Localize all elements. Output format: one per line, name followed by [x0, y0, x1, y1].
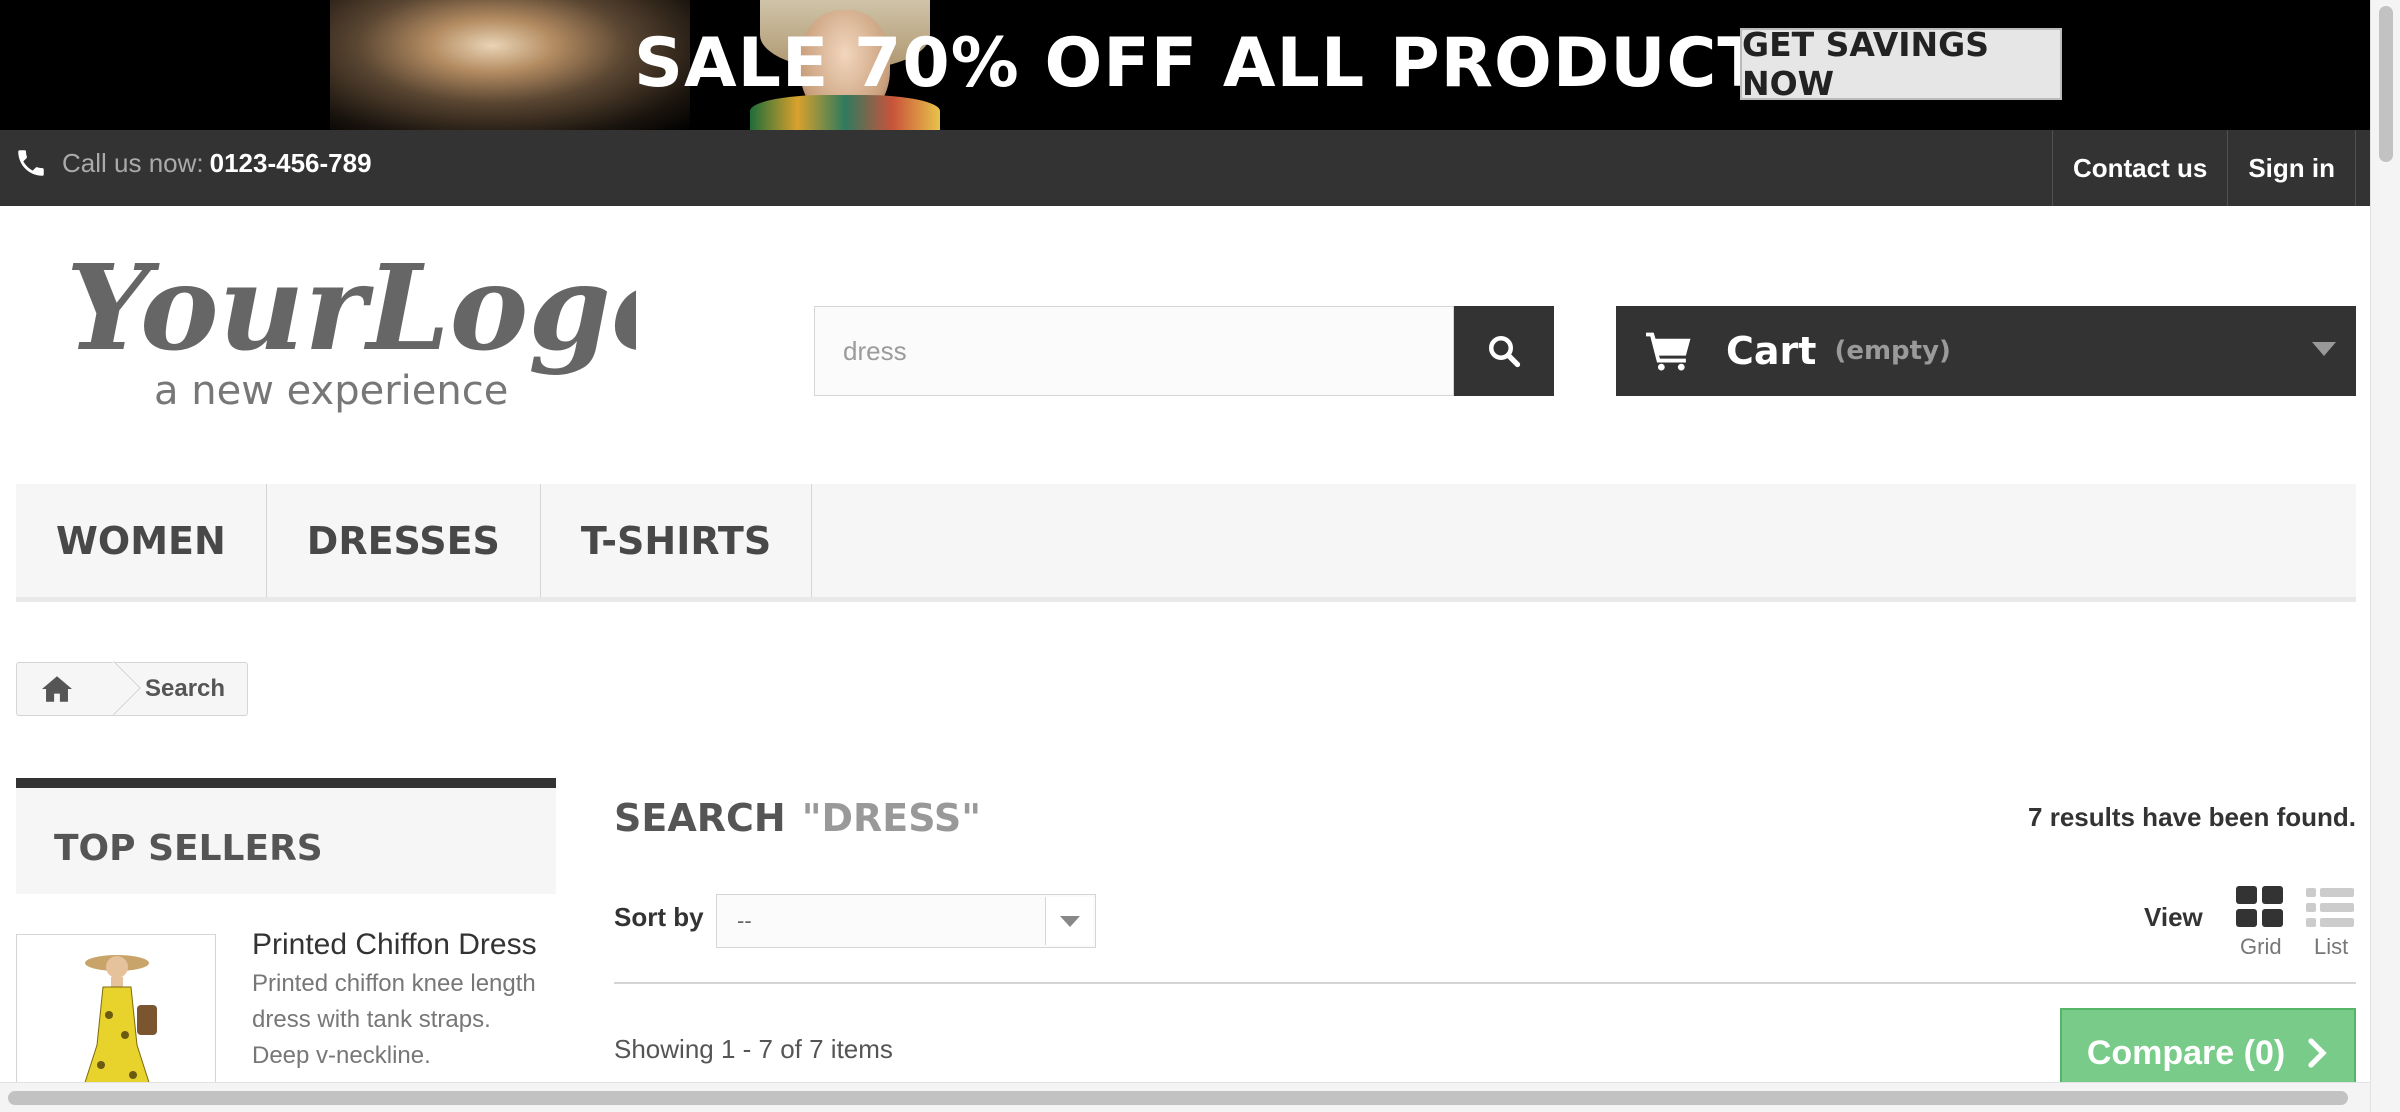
breadcrumb: Search [16, 661, 248, 716]
main-menu: WOMEN DRESSES T-SHIRTS [16, 484, 2356, 602]
menu-item-dresses[interactable]: DRESSES [267, 484, 541, 597]
results-count: 7 results have been found. [2028, 802, 2356, 832]
store-logo[interactable]: YourLogo a new experience [66, 254, 636, 424]
menu-item-t-shirts[interactable]: T-SHIRTS [541, 484, 813, 597]
phone-icon [18, 150, 44, 176]
search-button[interactable] [1454, 306, 1554, 396]
search-box [814, 306, 1554, 396]
search-query: "DRESS" [801, 796, 982, 840]
breadcrumb-current: Search [145, 675, 226, 702]
logo-title: YourLogo [66, 254, 636, 377]
sort-select[interactable]: -- [716, 894, 1096, 948]
menu-item-women[interactable]: WOMEN [16, 484, 267, 597]
search-input[interactable] [814, 306, 1454, 396]
top-sellers-block: TOP SELLERS [16, 778, 556, 894]
sort-label: Sort by [614, 902, 704, 932]
cart-status: (empty) [1834, 336, 1951, 366]
promo-banner[interactable]: SALE 70% OFF ALL PRODUCTS GET SAVINGS NO… [0, 0, 2370, 130]
product-description: Printed chiffon knee length dress with t… [252, 970, 536, 1069]
breadcrumb-home[interactable] [17, 663, 97, 715]
list-view-label[interactable]: List [2314, 934, 2348, 960]
phone-number: 0123-456-789 [209, 147, 372, 178]
page-title: SEARCH "DRESS" [614, 796, 981, 840]
divider [614, 982, 2356, 984]
logo-tagline: a new experience [154, 368, 508, 414]
list-view-icon[interactable] [2306, 888, 2354, 928]
get-savings-button[interactable]: GET SAVINGS NOW [1740, 25, 2062, 103]
sort-selected-value: -- [737, 908, 752, 933]
vertical-scrollbar[interactable] [2370, 0, 2400, 1112]
view-label: View [2144, 902, 2203, 932]
horizontal-scrollbar[interactable] [0, 1082, 2370, 1112]
showing-count: Showing 1 - 7 of 7 items [614, 1034, 893, 1064]
cart-label: Cart [1726, 329, 1817, 373]
horizontal-scroll-thumb[interactable] [8, 1091, 2348, 1105]
chevron-down-icon[interactable] [2312, 342, 2336, 356]
phone-prefix: Call us now: [62, 147, 204, 178]
sign-in-link[interactable]: Sign in [2227, 130, 2356, 206]
home-icon [42, 676, 72, 702]
vertical-scroll-thumb[interactable] [2379, 6, 2393, 162]
top-sellers-title: TOP SELLERS [54, 828, 323, 869]
page-title-heading: SEARCH [614, 796, 786, 840]
product-name-link[interactable]: Printed Chiffon Dress [252, 928, 537, 962]
banner-headline: SALE 70% OFF ALL PRODUCTS [634, 24, 1815, 103]
grid-view-label[interactable]: Grid [2240, 934, 2282, 960]
cart-icon [1646, 332, 1691, 371]
cart-button[interactable]: Cart (empty) [1616, 306, 2356, 396]
grid-view-icon[interactable] [2236, 886, 2284, 928]
contact-us-link[interactable]: Contact us [2051, 130, 2227, 206]
phone-info: Call us now: 0123-456-789 [14, 146, 372, 180]
chevron-right-icon [2308, 1038, 2327, 1068]
top-nav-bar: Call us now: 0123-456-789 Contact us Sig… [0, 130, 2370, 206]
compare-label: Compare (0) [2086, 1033, 2286, 1072]
search-icon [1489, 336, 1521, 368]
chevron-down-icon[interactable] [1045, 897, 1093, 945]
